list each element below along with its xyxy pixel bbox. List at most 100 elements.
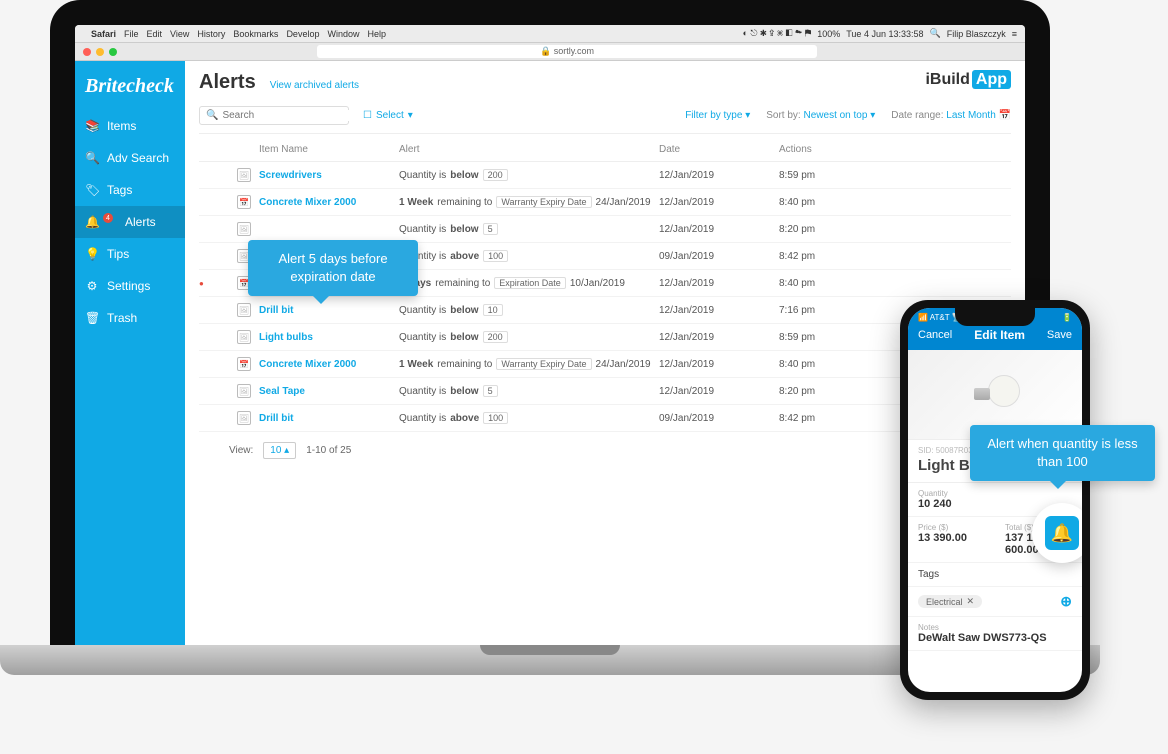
menubar-item[interactable]: Help xyxy=(367,29,386,39)
search-icon[interactable]: 🔍 xyxy=(930,28,941,39)
bell-icon: 🔔 xyxy=(1045,516,1079,550)
adv search-icon: 🔍 xyxy=(85,151,99,165)
lightbulb-icon xyxy=(970,370,1020,420)
row-alert-desc: Quantity is below 200 xyxy=(399,169,659,181)
tags-icon: 🏷 xyxy=(85,183,99,197)
menubar-app[interactable]: Safari xyxy=(91,29,116,39)
sidebar-item-tips[interactable]: 💡 Tips xyxy=(75,238,185,270)
row-time: 8:40 pm xyxy=(779,359,859,370)
sidebar-item-alerts[interactable]: 🔔 4 Alerts xyxy=(75,206,185,238)
page-range: 1-10 of 25 xyxy=(306,445,351,456)
row-date: 12/Jan/2019 xyxy=(659,386,779,397)
row-item-name[interactable]: Drill bit xyxy=(259,413,399,424)
menubar-item[interactable]: History xyxy=(197,29,225,39)
table-row[interactable]: 📅 Concrete Mixer 2000 1 Week remaining t… xyxy=(199,189,1011,216)
row-alert-desc: Quantity is below 10 xyxy=(399,304,659,316)
sidebar-item-items[interactable]: 📚 Items xyxy=(75,110,185,142)
table-row[interactable]: 🖼 Seal Tape Quantity is below 5 12/Jan/2… xyxy=(199,378,1011,405)
row-alert-desc: 1 Week remaining to Warranty Expiry Date… xyxy=(399,196,659,208)
menubar-item[interactable]: Develop xyxy=(286,29,319,39)
clock: Tue 4 Jun 13:33:58 xyxy=(846,29,923,39)
row-date: 09/Jan/2019 xyxy=(659,251,779,262)
tags-field[interactable]: Tags xyxy=(908,563,1082,587)
add-tag-button[interactable]: ⊕ xyxy=(1060,593,1072,610)
sidebar: Britecheck 📚 Items 🔍 Adv Search 🏷 Tags 🔔… xyxy=(75,61,185,645)
row-type-icon: 🖼 xyxy=(237,384,251,398)
menubar-item[interactable]: File xyxy=(124,29,139,39)
col-alert: Alert xyxy=(399,144,659,155)
row-alert-desc: 1 Week remaining to Warranty Expiry Date… xyxy=(399,358,659,370)
sidebar-item-label: Adv Search xyxy=(107,151,169,165)
url-bar[interactable]: 🔒 sortly.com xyxy=(317,45,817,58)
row-alert-desc: 5 Days remaining to Expiration Date 10/J… xyxy=(399,277,659,289)
filter-type[interactable]: Filter by type ▾ xyxy=(685,110,750,121)
sidebar-item-label: Items xyxy=(107,119,136,133)
table-row[interactable]: 🖼 Quantity is below 5 12/Jan/2019 8:20 p… xyxy=(199,216,1011,243)
table-row[interactable]: 🖼 Drill bit Quantity is above 100 09/Jan… xyxy=(199,405,1011,432)
row-item-name[interactable]: Concrete Mixer 2000 xyxy=(259,359,399,370)
row-date: 09/Jan/2019 xyxy=(659,413,779,424)
save-button[interactable]: Save xyxy=(1047,329,1072,341)
row-item-name[interactable]: Concrete Mixer 2000 xyxy=(259,197,399,208)
sidebar-item-adv search[interactable]: 🔍 Adv Search xyxy=(75,142,185,174)
select-toggle[interactable]: ☐ Select ▾ xyxy=(363,110,413,121)
calendar-icon: 📅 xyxy=(999,110,1011,121)
row-time: 8:59 pm xyxy=(779,332,859,343)
row-type-icon: 🖼 xyxy=(237,303,251,317)
row-type-icon: 🖼 xyxy=(237,330,251,344)
brand-logo: Britecheck xyxy=(75,71,185,110)
user-name[interactable]: Filip Blaszczyk xyxy=(947,29,1006,39)
per-page-select[interactable]: 10 ▴ xyxy=(263,442,296,459)
row-type-icon: 📅 xyxy=(237,357,251,371)
browser-toolbar: 🔒 sortly.com xyxy=(75,43,1025,61)
menubar-item[interactable]: Bookmarks xyxy=(233,29,278,39)
status-dot xyxy=(199,278,229,289)
sidebar-item-label: Tags xyxy=(107,183,132,197)
row-item-name[interactable]: Screwdrivers xyxy=(259,170,399,181)
row-date: 12/Jan/2019 xyxy=(659,170,779,181)
search-field[interactable] xyxy=(222,110,354,121)
maximize-window-icon[interactable] xyxy=(109,48,117,56)
row-time: 7:16 pm xyxy=(779,305,859,316)
row-time: 8:42 pm xyxy=(779,413,859,424)
row-time: 8:20 pm xyxy=(779,386,859,397)
menu-icon[interactable]: ≡ xyxy=(1012,29,1017,39)
menubar-item[interactable]: Edit xyxy=(147,29,163,39)
menubar-item[interactable]: Window xyxy=(327,29,359,39)
table-row[interactable]: 🖼 Screwdrivers Quantity is below 200 12/… xyxy=(199,162,1011,189)
tooltip-expiration: Alert 5 days before expiration date xyxy=(248,240,418,296)
sidebar-item-trash[interactable]: 🗑 Trash xyxy=(75,302,185,334)
row-item-name[interactable]: Seal Tape xyxy=(259,386,399,397)
row-item-name[interactable]: Drill bit xyxy=(259,305,399,316)
menubar-item[interactable]: View xyxy=(170,29,189,39)
remove-tag-icon[interactable]: ✕ xyxy=(967,596,975,607)
date-range[interactable]: Date range: Last Month 📅 xyxy=(891,110,1011,121)
sidebar-item-label: Trash xyxy=(107,311,137,325)
chevron-down-icon: ▾ xyxy=(408,110,413,121)
row-type-icon: 🖼 xyxy=(237,222,251,236)
table-row[interactable]: 🖼 Light bulbs Quantity is below 200 12/J… xyxy=(199,324,1011,351)
price-field[interactable]: Price ($) 13 390.00 xyxy=(908,517,995,563)
row-alert-desc: Quantity is below 5 xyxy=(399,223,659,235)
col-date: Date xyxy=(659,144,779,155)
col-actions: Actions xyxy=(779,144,859,155)
table-row[interactable]: 📅 Concrete Mixer 2000 1 Week remaining t… xyxy=(199,351,1011,378)
row-item-name[interactable]: Light bulbs xyxy=(259,332,399,343)
search-input[interactable]: 🔍 xyxy=(199,106,349,125)
tag-chip[interactable]: Electrical ✕ xyxy=(918,595,982,608)
sort-by[interactable]: Sort by: Newest on top ▾ xyxy=(766,110,875,121)
sidebar-item-tags[interactable]: 🏷 Tags xyxy=(75,174,185,206)
row-date: 12/Jan/2019 xyxy=(659,305,779,316)
cancel-button[interactable]: Cancel xyxy=(918,329,952,341)
row-date: 12/Jan/2019 xyxy=(659,332,779,343)
sidebar-item-settings[interactable]: ⚙ Settings xyxy=(75,270,185,302)
row-date: 12/Jan/2019 xyxy=(659,278,779,289)
settings-icon: ⚙ xyxy=(85,279,99,293)
view-archived-link[interactable]: View archived alerts xyxy=(270,80,359,91)
notes-field[interactable]: Notes DeWalt Saw DWS773-QS xyxy=(908,617,1082,651)
minimize-window-icon[interactable] xyxy=(96,48,104,56)
close-window-icon[interactable] xyxy=(83,48,91,56)
row-time: 8:40 pm xyxy=(779,197,859,208)
page-title: Alerts xyxy=(199,71,256,94)
row-time: 8:59 pm xyxy=(779,170,859,181)
